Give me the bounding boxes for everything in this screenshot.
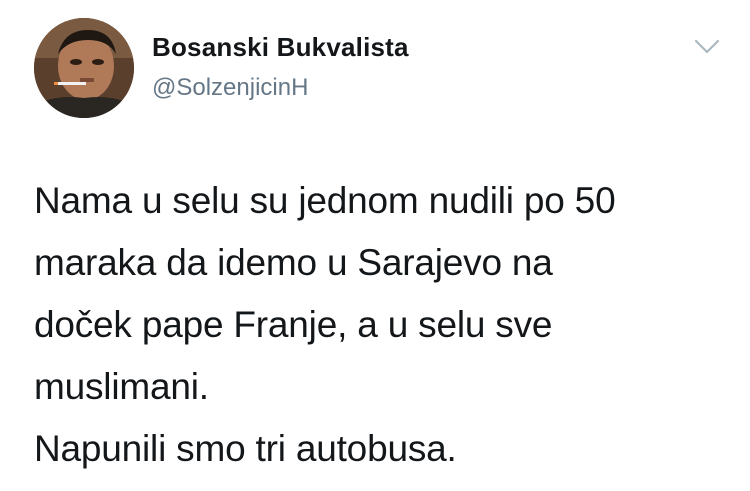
tweet-text-line: maraka da idemo u Sarajevo na <box>34 242 553 283</box>
avatar-image <box>34 18 134 118</box>
tweet-text-line: muslimani. <box>34 366 209 407</box>
tweet-text-line: Napunili smo tri autobusa. <box>34 428 457 469</box>
tweet-text-line: Nama u selu su jednom nudili po 50 <box>34 180 616 221</box>
profile-photo-icon[interactable] <box>34 18 134 118</box>
chevron-down-icon[interactable] <box>694 38 720 56</box>
tweet-card: Bosanski Bukvalista @SolzenjicinH Nama u… <box>0 0 750 491</box>
tweet-text: Nama u selu su jednom nudili po 50 marak… <box>34 170 734 480</box>
author-handle[interactable]: @SolzenjicinH <box>152 74 308 102</box>
author-display-name[interactable]: Bosanski Bukvalista <box>152 32 409 63</box>
tweet-text-line: doček pape Franje, a u selu sve <box>34 304 553 345</box>
